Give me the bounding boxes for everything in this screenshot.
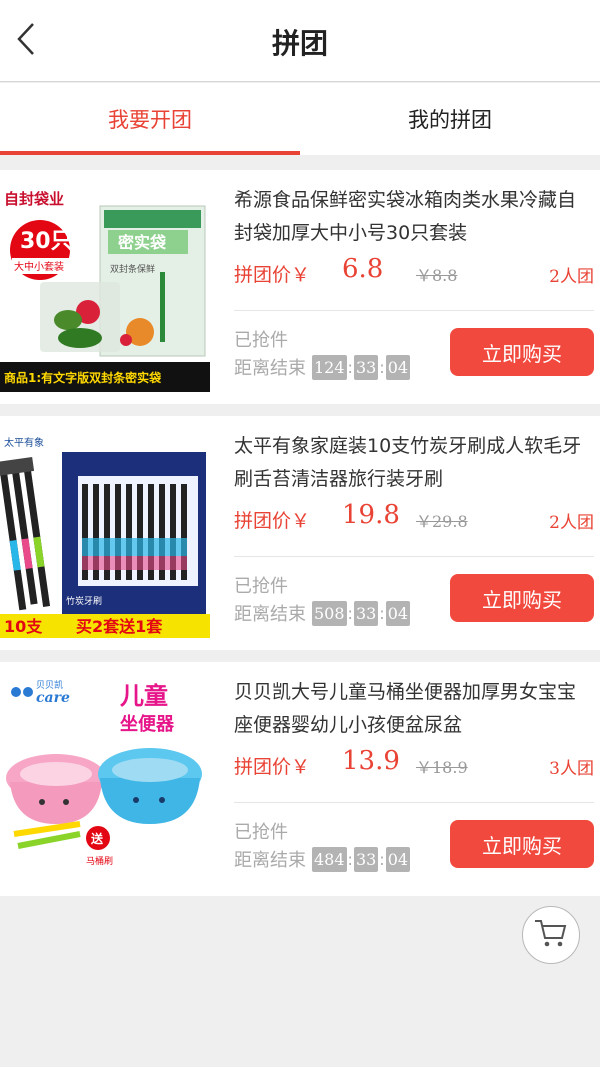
countdown-label: 距离结束	[234, 358, 306, 379]
price-label: 拼团价￥	[234, 756, 311, 778]
image-text: 竹炭牙刷	[66, 595, 102, 607]
countdown-minutes: 33	[353, 354, 379, 380]
image-text: 大中小套装	[14, 260, 64, 273]
tab-start-group[interactable]: 我要开团	[0, 83, 300, 155]
product-card[interactable]: 贝贝凯 care 儿童 坐便器 送 马桶刷 贝贝凯大号儿童马桶坐便器加厚男女宝宝…	[0, 662, 600, 896]
sold-count: 已抢件	[234, 822, 288, 843]
image-text: 自封袋业	[4, 190, 64, 208]
buy-now-button[interactable]: 立即购买	[450, 574, 594, 622]
countdown-seconds: 04	[385, 600, 411, 626]
product-title[interactable]: 太平有象家庭装10支竹炭牙刷成人软毛牙刷舌苔清洁器旅行装牙刷	[234, 430, 584, 496]
price-row: 拼团价￥ 13.9 ￥18.9 3人团	[234, 746, 594, 780]
countdown-seconds: 04	[385, 354, 411, 380]
sold-count: 已抢件	[234, 576, 288, 597]
product-title[interactable]: 贝贝凯大号儿童马桶坐便器加厚男女宝宝座便器婴幼儿小孩便盆尿盆	[234, 676, 584, 742]
countdown: 距离结束 124 : 33 : 04	[234, 354, 411, 380]
group-price: 6.8	[342, 254, 384, 284]
image-text: 密实袋	[117, 233, 167, 252]
countdown-label: 距离结束	[234, 850, 306, 871]
countdown-hours: 508	[312, 600, 347, 626]
image-text: 太平有象	[4, 436, 44, 449]
product-card[interactable]: 太平有象 竹炭牙刷 10支 买2套送1套 太平有象家庭装10支竹炭牙刷成人软毛牙…	[0, 416, 600, 650]
image-text: 30只	[20, 229, 73, 254]
countdown: 距离结束 508 : 33 : 04	[234, 600, 411, 626]
countdown-separator: :	[379, 849, 385, 869]
price-label: 拼团价￥	[234, 264, 311, 286]
divider	[234, 556, 594, 557]
image-text: 马桶刷	[86, 855, 113, 867]
image-text: 10支	[4, 617, 43, 636]
tab-bar: 我要开团 我的拼团	[0, 83, 600, 155]
original-price: ￥8.8	[416, 266, 458, 285]
divider	[234, 802, 594, 803]
product-image[interactable]: 贝贝凯 care 儿童 坐便器 送 马桶刷	[0, 674, 210, 884]
group-price: 13.9	[342, 746, 400, 776]
group-size-badge: 2人团	[549, 267, 594, 287]
product-image[interactable]: 太平有象 竹炭牙刷 10支 买2套送1套	[0, 428, 210, 638]
countdown-minutes: 33	[353, 600, 379, 626]
buy-now-button[interactable]: 立即购买	[450, 328, 594, 376]
countdown-label: 距离结束	[234, 604, 306, 625]
price-row: 拼团价￥ 19.8 ￥29.8 2人团	[234, 500, 594, 534]
tab-my-groups[interactable]: 我的拼团	[300, 83, 600, 155]
image-text: 双封条保鲜	[110, 263, 155, 275]
product-title[interactable]: 希源食品保鲜密实袋冰箱肉类水果冷藏自封袋加厚大中小号30只套装	[234, 184, 584, 250]
product-list: 自封袋业 密实袋 双封条保鲜 30只 大中小套装 商品1:有文字版双封条密实袋	[0, 170, 600, 908]
image-text: care	[36, 690, 70, 706]
countdown-hours: 484	[312, 846, 347, 872]
product-card[interactable]: 自封袋业 密实袋 双封条保鲜 30只 大中小套装 商品1:有文字版双封条密实袋	[0, 170, 600, 404]
image-text: 儿童	[120, 682, 168, 710]
group-price: 19.8	[342, 500, 400, 530]
product-image[interactable]: 自封袋业 密实袋 双封条保鲜 30只 大中小套装 商品1:有文字版双封条密实袋	[0, 182, 210, 392]
countdown-minutes: 33	[353, 846, 379, 872]
shopping-cart-icon	[534, 918, 568, 952]
image-text: 买2套送1套	[76, 617, 163, 636]
original-price: ￥29.8	[416, 512, 468, 531]
page-title: 拼团	[271, 27, 328, 60]
price-row: 拼团价￥ 6.8 ￥8.8 2人团	[234, 254, 594, 288]
buy-now-button[interactable]: 立即购买	[450, 820, 594, 868]
countdown-separator: :	[379, 603, 385, 623]
countdown: 距离结束 484 : 33 : 04	[234, 846, 411, 872]
price-label: 拼团价￥	[234, 510, 311, 532]
countdown-hours: 124	[312, 354, 347, 380]
sold-count: 已抢件	[234, 330, 288, 351]
image-text: 商品1:有文字版双封条密实袋	[4, 370, 162, 385]
countdown-separator: :	[347, 849, 353, 869]
countdown-separator: :	[347, 603, 353, 623]
image-text: 坐便器	[120, 713, 175, 735]
app-header: 拼团	[0, 0, 600, 82]
cart-button[interactable]	[522, 906, 580, 964]
countdown-separator: :	[347, 357, 353, 377]
group-size-badge: 2人团	[549, 513, 594, 533]
original-price: ￥18.9	[416, 758, 468, 777]
divider	[234, 310, 594, 311]
countdown-seconds: 04	[385, 846, 411, 872]
countdown-separator: :	[379, 357, 385, 377]
image-text: 送	[90, 831, 104, 846]
group-size-badge: 3人团	[549, 759, 594, 779]
